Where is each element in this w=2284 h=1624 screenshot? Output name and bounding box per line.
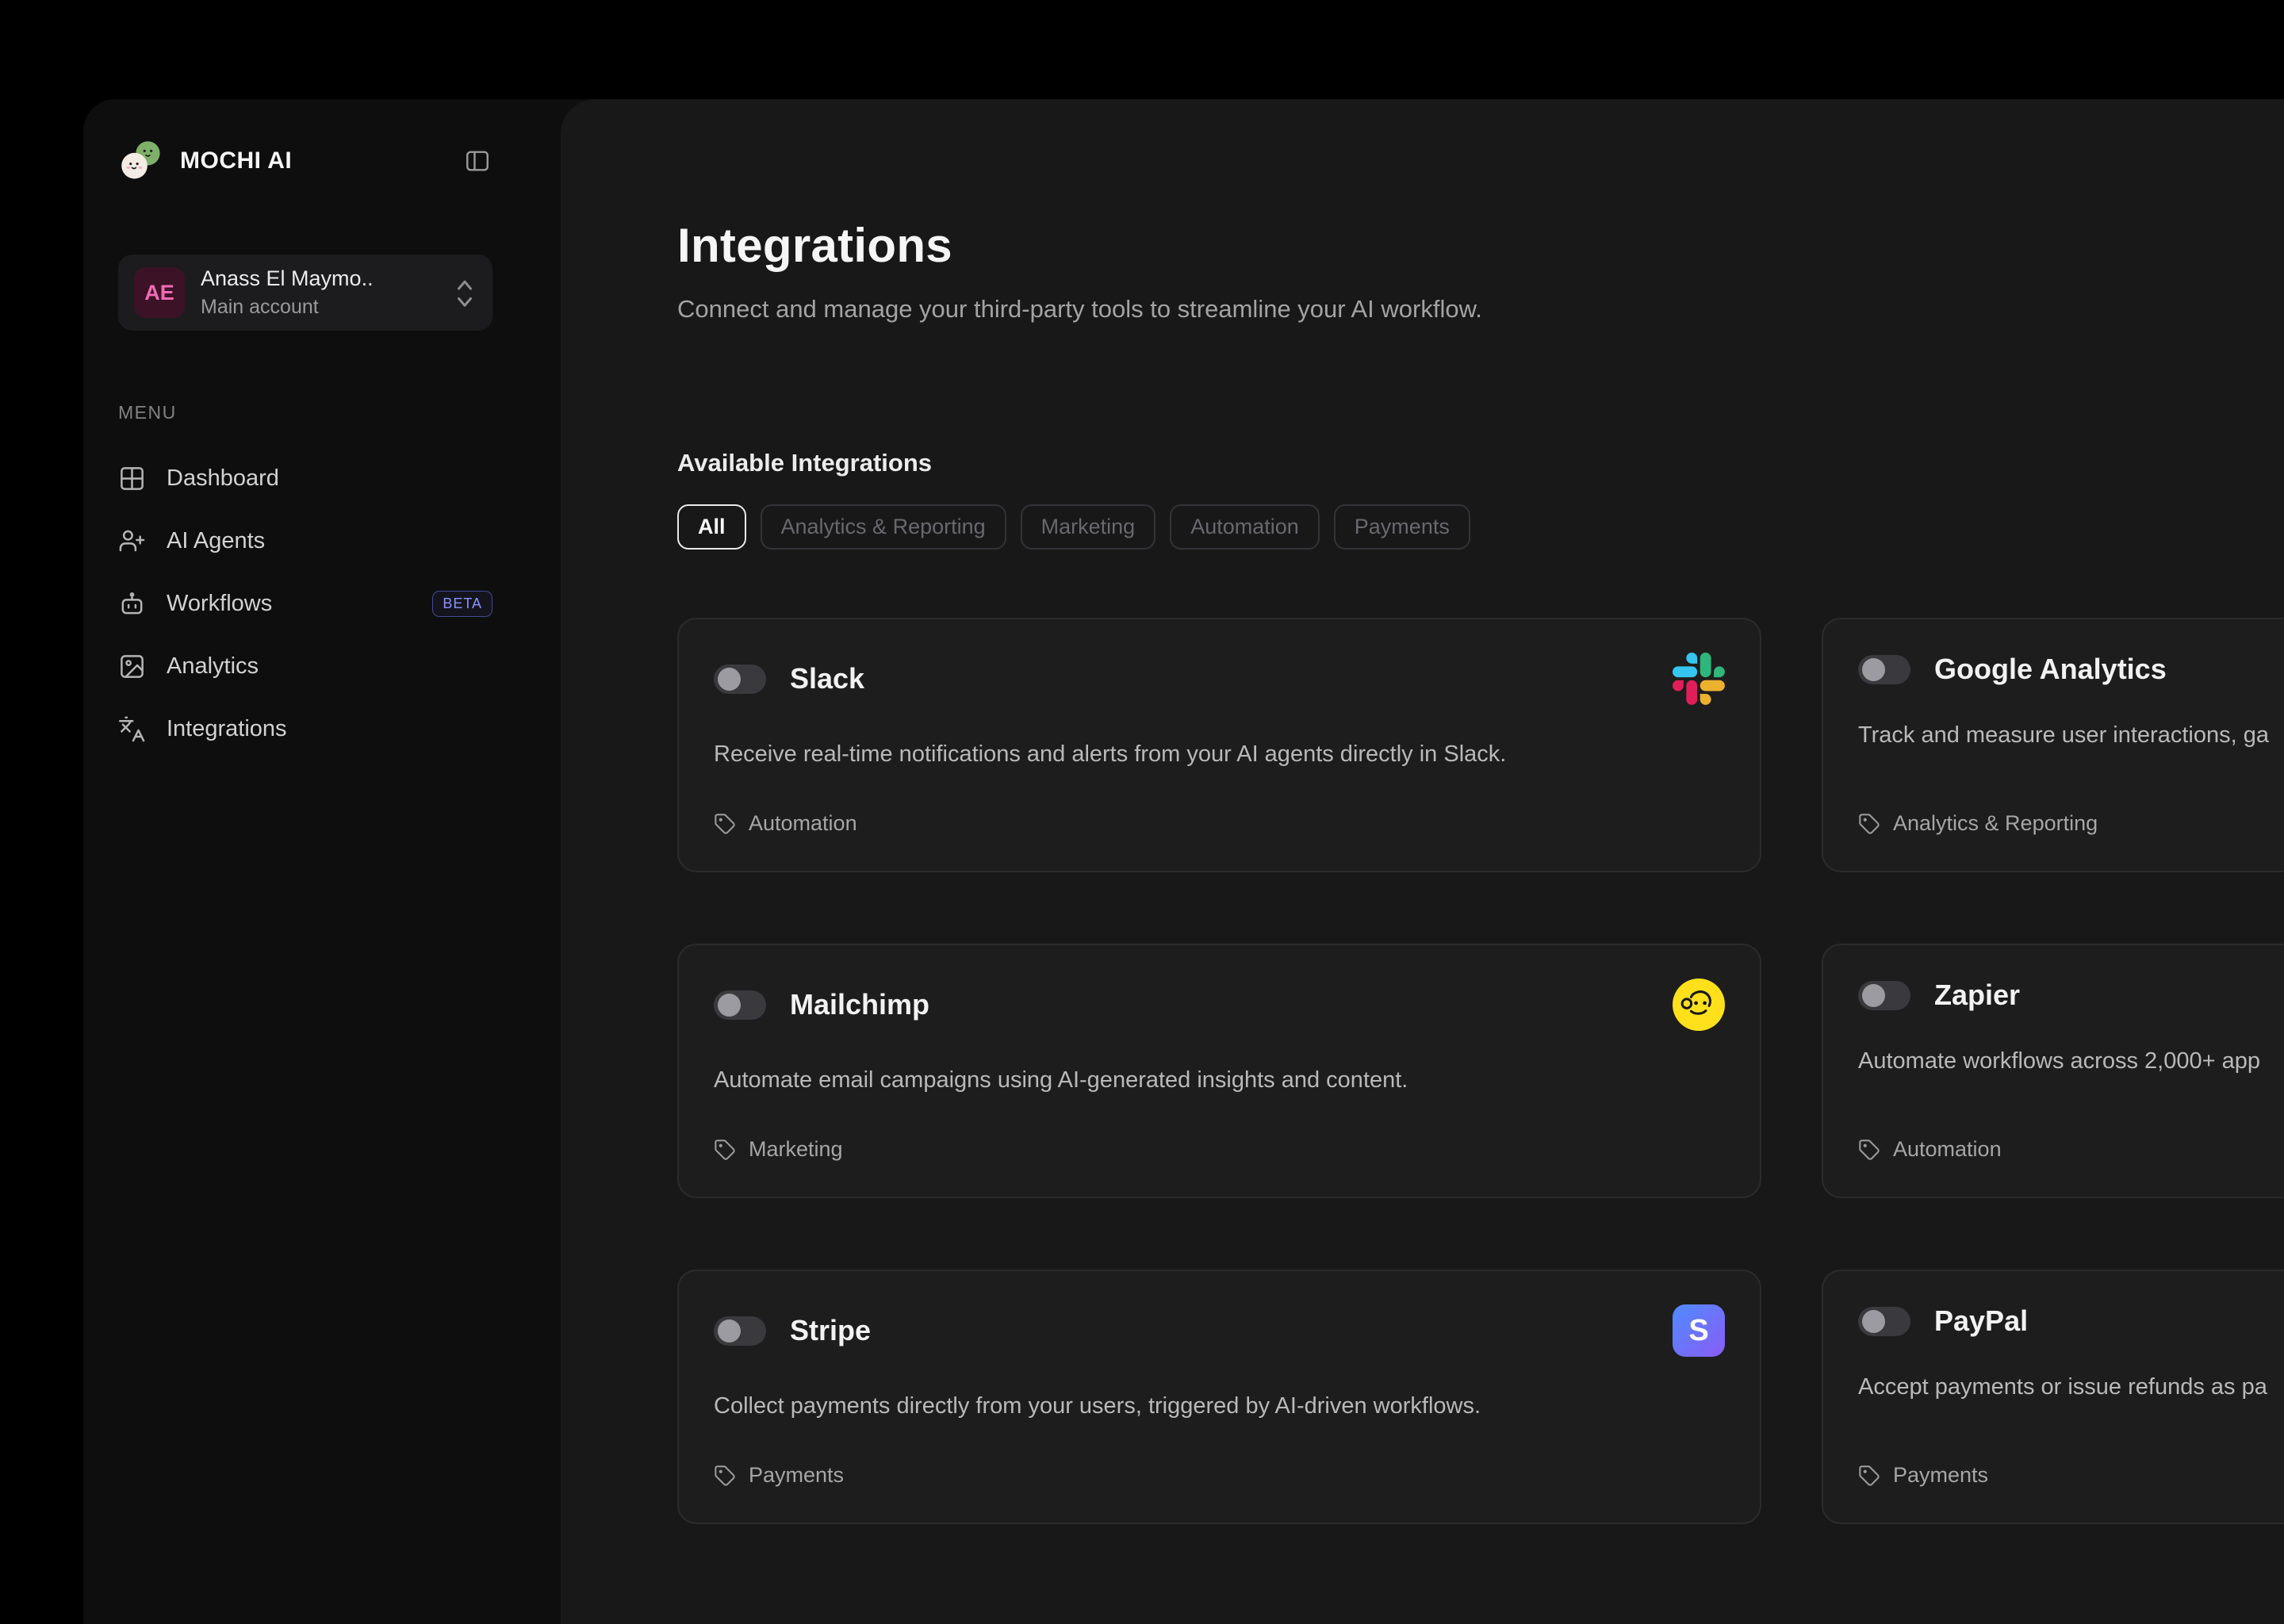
integration-tag-label: Automation	[749, 811, 857, 836]
sidebar-collapse-button[interactable]	[462, 146, 492, 176]
app-title: MOCHI AI	[180, 147, 292, 174]
tag-icon	[714, 1139, 736, 1161]
integration-tag: Automation	[714, 811, 1725, 836]
integration-tag: Marketing	[714, 1137, 1725, 1162]
tag-icon	[714, 813, 736, 835]
integration-tag-label: Payments	[749, 1463, 844, 1488]
filter-chip-payments[interactable]: Payments	[1334, 504, 1470, 550]
main-content: Integrations Connect and manage your thi…	[561, 99, 2284, 1624]
account-subtitle: Main account	[201, 296, 374, 319]
menu-section-label: MENU	[118, 402, 492, 423]
sidebar-menu: Dashboard AI Agents	[118, 447, 492, 760]
integration-tag: Analytics & Reporting	[1858, 811, 2284, 836]
panel-left-icon	[464, 147, 491, 174]
integration-description: Receive real-time notifications and aler…	[714, 741, 1725, 768]
user-plus-icon	[118, 527, 146, 555]
integration-name: PayPal	[1934, 1304, 2028, 1338]
sidebar-item-label: Integrations	[167, 716, 287, 742]
logo-row: MOCHI AI	[118, 137, 492, 185]
integration-name: Mailchimp	[790, 988, 929, 1021]
account-avatar: AE	[134, 267, 185, 318]
filter-chip-all[interactable]: All	[677, 504, 746, 550]
paypal-toggle[interactable]	[1858, 1307, 1910, 1336]
integration-tag: Payments	[714, 1463, 1725, 1488]
sidebar-item-dashboard[interactable]: Dashboard	[118, 447, 492, 510]
integration-tag-label: Payments	[1893, 1463, 1988, 1488]
integration-description: Automate email campaigns using AI-genera…	[714, 1067, 1725, 1094]
integration-card-stripe: Stripe S Collect payments directly from …	[677, 1270, 1761, 1524]
integration-name: Zapier	[1934, 979, 2020, 1012]
page-title: Integrations	[677, 218, 2284, 273]
integrations-grid: Slack Receive real-time notifications an…	[677, 618, 2284, 1524]
integration-name: Google Analytics	[1934, 653, 2167, 686]
integration-description: Track and measure user interactions, ga	[1858, 722, 2284, 749]
mailchimp-icon	[1673, 979, 1725, 1031]
tag-icon	[1858, 813, 1880, 835]
sidebar-item-analytics[interactable]: Analytics	[118, 635, 492, 698]
account-texts: Anass El Maymo.. Main account	[201, 266, 374, 319]
filter-chip-marketing[interactable]: Marketing	[1021, 504, 1156, 550]
app-window: MOCHI AI AE Anass El Maymo.. Main accoun…	[83, 99, 2284, 1624]
integration-tag: Automation	[1858, 1137, 2284, 1162]
mailchimp-toggle[interactable]	[714, 990, 766, 1020]
zapier-toggle[interactable]	[1858, 981, 1910, 1010]
sidebar-item-ai-agents[interactable]: AI Agents	[118, 510, 492, 573]
integration-card-slack: Slack Receive real-time notifications an…	[677, 618, 1761, 872]
filter-chip-automation[interactable]: Automation	[1170, 504, 1320, 550]
integration-tag: Payments	[1858, 1463, 2284, 1488]
grid-icon	[118, 465, 146, 492]
integration-tag-label: Analytics & Reporting	[1893, 811, 2098, 836]
analytics-icon	[118, 653, 146, 680]
tag-icon	[1858, 1139, 1880, 1161]
slack-icon	[1673, 653, 1725, 705]
slack-toggle[interactable]	[714, 665, 766, 694]
sidebar-item-label: AI Agents	[167, 528, 265, 554]
sidebar-item-label: Workflows	[167, 591, 272, 617]
languages-icon	[118, 715, 146, 743]
account-name: Anass El Maymo..	[201, 266, 374, 291]
integration-card-mailchimp: Mailchimp	[677, 944, 1761, 1198]
bot-icon	[118, 590, 146, 618]
filter-chips: All Analytics & Reporting Marketing Auto…	[677, 504, 2284, 550]
mochi-logo-icon	[118, 138, 164, 184]
tag-icon	[1858, 1465, 1880, 1487]
integration-tag-label: Marketing	[749, 1137, 843, 1162]
account-switcher[interactable]: AE Anass El Maymo.. Main account	[118, 255, 492, 331]
page-subtitle: Connect and manage your third-party tool…	[677, 295, 2284, 324]
integration-card-google-analytics: Google Analytics Track and measure user …	[1822, 618, 2284, 872]
integration-name: Slack	[790, 662, 864, 695]
sidebar-item-label: Dashboard	[167, 465, 279, 492]
integration-description: Automate workflows across 2,000+ app	[1858, 1048, 2284, 1074]
stripe-toggle[interactable]	[714, 1316, 766, 1346]
google-analytics-toggle[interactable]	[1858, 655, 1910, 684]
sidebar-item-label: Analytics	[167, 653, 259, 680]
integration-name: Stripe	[790, 1314, 871, 1347]
tag-icon	[714, 1465, 736, 1487]
integration-card-zapier: Zapier Automate workflows across 2,000+ …	[1822, 944, 2284, 1198]
filter-chip-analytics-reporting[interactable]: Analytics & Reporting	[761, 504, 1006, 550]
integration-card-paypal: PayPal Accept payments or issue refunds …	[1822, 1270, 2284, 1524]
integration-description: Accept payments or issue refunds as pa	[1858, 1374, 2284, 1400]
sidebar-item-integrations[interactable]: Integrations	[118, 698, 492, 760]
sidebar: MOCHI AI AE Anass El Maymo.. Main accoun…	[83, 99, 561, 1624]
integration-description: Collect payments directly from your user…	[714, 1393, 1725, 1419]
available-integrations-heading: Available Integrations	[677, 449, 2284, 477]
beta-badge: BETA	[432, 591, 492, 617]
integration-tag-label: Automation	[1893, 1137, 2002, 1162]
chevron-up-down-icon	[453, 277, 477, 308]
sidebar-item-workflows[interactable]: Workflows BETA	[118, 573, 492, 635]
stripe-icon: S	[1673, 1304, 1725, 1357]
